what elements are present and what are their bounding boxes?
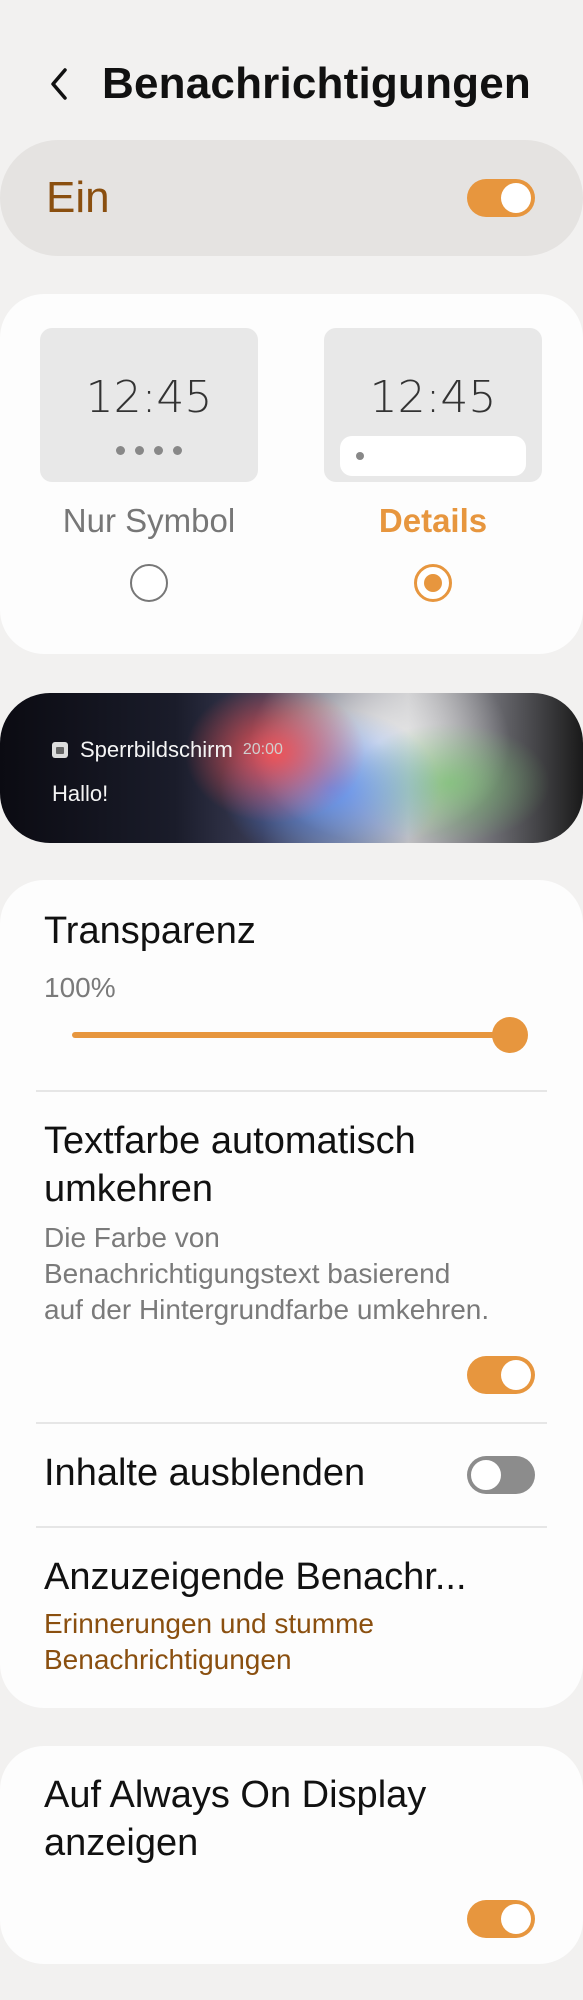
aod-toggle[interactable]	[467, 1900, 535, 1938]
transparency-slider-thumb[interactable]	[492, 1017, 528, 1053]
transparency-slider-track[interactable]	[72, 1032, 512, 1038]
master-toggle[interactable]	[467, 179, 535, 217]
transparency-value: 100%	[44, 972, 116, 1003]
toggle-knob	[501, 1360, 531, 1390]
toggle-knob	[501, 1904, 531, 1934]
invert-text-title-line1: Textfarbe automatisch	[44, 1120, 416, 1162]
toggle-knob	[501, 183, 531, 213]
aod-title-line1: Auf Always On Display	[44, 1774, 427, 1816]
master-switch-row[interactable]: Ein	[0, 140, 583, 256]
hide-content-toggle[interactable]	[467, 1456, 535, 1494]
invert-text-desc-line2: Benachrichtigungstext basierend	[44, 1258, 451, 1289]
lockscreen-preview: Sperrbildschirm 20:00 Hallo!	[0, 693, 583, 843]
option-details-label[interactable]: Details	[324, 502, 542, 540]
divider	[36, 1526, 547, 1528]
invert-text-desc-line1: Die Farbe von	[44, 1222, 220, 1253]
aod-card[interactable]: Auf Always On Display anzeigen	[0, 1746, 583, 1964]
notification-style-card: 12:45 12:45 Nur Symbol Details	[0, 294, 583, 654]
page-title: Benachrichtigungen	[102, 59, 531, 108]
settings-card: Transparenz 100% Textfarbe automatisch u…	[0, 880, 583, 1708]
preview-clock: 12:45	[369, 372, 497, 423]
shown-notifications-value-line2: Benachrichtigungen	[44, 1644, 292, 1675]
transparency-title: Transparenz	[44, 910, 256, 952]
radio-details[interactable]	[414, 564, 452, 602]
preview-message: Hallo!	[52, 781, 109, 806]
preview-clock: 12:45	[85, 372, 213, 423]
radio-icons-only[interactable]	[130, 564, 168, 602]
invert-text-toggle[interactable]	[467, 1356, 535, 1394]
invert-text-title-line2: umkehren	[44, 1168, 213, 1210]
notifications-settings-page: Benachrichtigungen Ein 12:45 12:45 Nur S…	[0, 0, 583, 2000]
option-icons-only-label[interactable]: Nur Symbol	[40, 502, 258, 540]
option-icons-only-preview[interactable]: 12:45	[40, 328, 258, 482]
shown-notifications-value-line1: Erinnerungen und stumme	[44, 1608, 374, 1639]
preview-app-name: Sperrbildschirm	[80, 737, 233, 762]
shown-notifications-title: Anzuzeigende Benachr...	[44, 1556, 467, 1598]
hide-content-title: Inhalte ausblenden	[44, 1452, 366, 1494]
header: Benachrichtigungen	[0, 44, 583, 124]
master-switch-label: Ein	[46, 173, 110, 222]
notification-dots-icon	[40, 442, 258, 460]
divider	[36, 1422, 547, 1424]
invert-text-desc-line3: auf der Hintergrundfarbe umkehren.	[44, 1294, 490, 1325]
aod-title-line2: anzeigen	[44, 1822, 199, 1864]
preview-time: 20:00	[242, 741, 283, 758]
chevron-left-icon	[51, 68, 67, 100]
notification-card-icon	[340, 436, 526, 476]
back-button[interactable]	[30, 54, 90, 114]
lock-icon	[52, 742, 68, 758]
preview-header: Sperrbildschirm 20:00	[52, 737, 283, 763]
option-details-preview[interactable]: 12:45	[324, 328, 542, 482]
divider	[36, 1090, 547, 1092]
